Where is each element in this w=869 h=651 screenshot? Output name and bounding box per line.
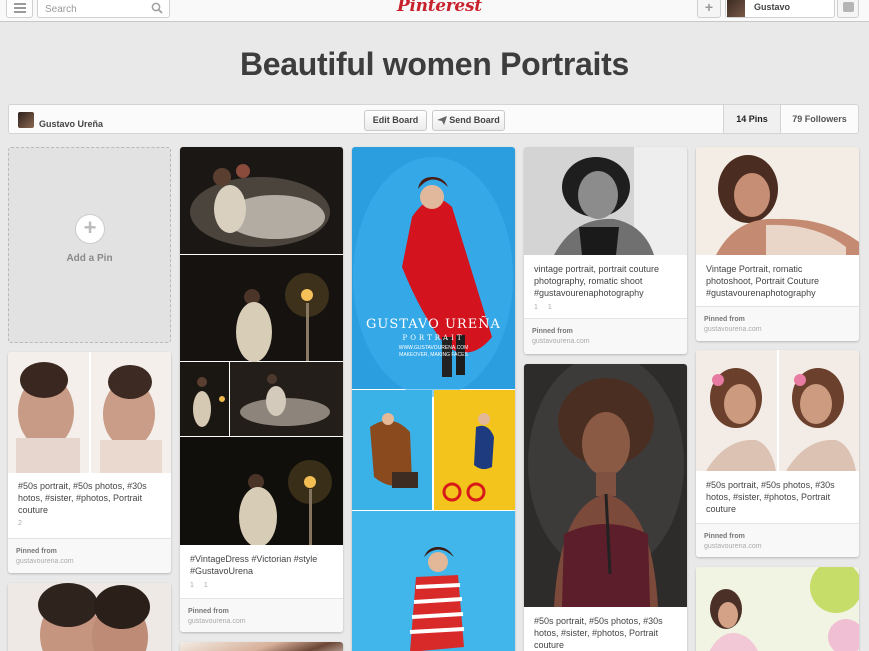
pin-stats: 1 1: [534, 304, 560, 311]
pin-source[interactable]: Pinned from gustavourena.com: [524, 318, 687, 354]
menu-icon: [13, 3, 26, 5]
source-link[interactable]: gustavourena.com: [16, 558, 74, 565]
pin-image[interactable]: [524, 364, 687, 607]
pin-description: #50s portrait, #50s photos, #30s hotos, …: [534, 616, 663, 650]
source-link[interactable]: gustavourena.com: [704, 326, 762, 333]
pin-source[interactable]: Pinned from gustavourena.com: [8, 538, 171, 573]
board-stats: 14 Pins 79 Followers: [723, 105, 858, 133]
send-icon: [437, 116, 448, 125]
plus-icon: +: [75, 214, 105, 244]
add-icon[interactable]: +: [697, 0, 721, 18]
user-menu[interactable]: Gustavo: [725, 0, 835, 18]
pin-card[interactable]: #VintageDress #Victorian #style #Gustavo…: [180, 147, 343, 632]
repin-count: 2: [18, 520, 22, 527]
pin-image[interactable]: GUSTAVO UREÑA PORTRAIT WWW.GUSTAVOURENA.…: [352, 147, 515, 651]
watermark: GUSTAVO UREÑA PORTRAIT WWW.GUSTAVOURENA.…: [352, 317, 515, 358]
pin-image[interactable]: [180, 147, 343, 545]
source-link[interactable]: gustavourena.com: [704, 543, 762, 550]
like-count: 1: [203, 582, 208, 589]
pin-source[interactable]: Pinned from gustavourena.com: [180, 598, 343, 632]
pinned-from-label: Pinned from: [16, 548, 57, 555]
pin-description: vintage portrait, portrait couture photo…: [534, 264, 660, 298]
pinterest-logo[interactable]: Pinterest: [397, 0, 482, 16]
watermark-url: WWW.GUSTAVOURENA.COM: [398, 345, 469, 351]
top-navigation-bar: Pinterest + Gustavo: [0, 0, 869, 22]
send-board-label: Send Board: [449, 115, 500, 125]
pin-source[interactable]: Pinned from gustavourena.com: [696, 306, 859, 341]
notifications-icon: [843, 2, 854, 12]
source-link[interactable]: gustavourena.com: [188, 618, 246, 625]
pin-card[interactable]: vintage portrait, portrait couture photo…: [524, 147, 687, 354]
board-info-bar: Gustavo Ureña Edit Board Send Board 14 P…: [8, 104, 859, 134]
pin-image[interactable]: [180, 642, 343, 651]
pin-card[interactable]: GUSTAVO UREÑA PORTRAIT WWW.GUSTAVOURENA.…: [352, 147, 515, 651]
pin-source[interactable]: Pinned from gustavourena.com: [696, 523, 859, 557]
like-count: 1: [547, 304, 552, 311]
owner-avatar[interactable]: [18, 112, 34, 128]
pin-card[interactable]: #50s portrait, #50s photos, #30s hotos, …: [524, 364, 687, 651]
pin-stats: 1 1: [190, 582, 216, 589]
watermark-tagline: MAKEOVER, MAKING FACES: [399, 352, 468, 358]
add-pin-card[interactable]: + Add a Pin: [8, 147, 171, 343]
repin-count: 1: [534, 304, 538, 311]
search-input[interactable]: [45, 2, 145, 16]
repin-count: 1: [190, 582, 194, 589]
add-pin-label: Add a Pin: [66, 253, 113, 264]
pinned-from-label: Pinned from: [704, 316, 745, 323]
pinned-from-label: Pinned from: [532, 328, 573, 335]
pin-card[interactable]: [696, 567, 859, 651]
board-title: Beautiful women Portraits: [239, 46, 629, 82]
pin-stats: 2: [18, 520, 30, 527]
followers-count-tab[interactable]: 79 Followers: [780, 105, 858, 133]
source-link[interactable]: gustavourena.com: [532, 338, 590, 345]
menu-button[interactable]: [6, 0, 33, 18]
send-board-button[interactable]: Send Board: [432, 110, 505, 131]
pin-description: #50s portrait, #50s photos, #30s hotos, …: [18, 481, 147, 515]
user-avatar: [727, 0, 745, 17]
pin-image[interactable]: [8, 583, 171, 651]
watermark-sub: PORTRAIT: [402, 334, 465, 342]
watermark-name: GUSTAVO UREÑA: [366, 317, 501, 332]
owner-name-link[interactable]: Gustavo Ureña: [39, 119, 103, 129]
notifications-button[interactable]: [837, 0, 859, 18]
user-name: Gustavo: [754, 2, 791, 12]
pin-image[interactable]: [524, 147, 687, 255]
edit-board-button[interactable]: Edit Board: [364, 110, 427, 131]
pin-card[interactable]: Vintage Portrait, romatic photoshoot, Po…: [696, 147, 859, 341]
pin-description: #50s portrait, #50s photos, #30s hotos, …: [706, 480, 835, 514]
pins-count-tab[interactable]: 14 Pins: [723, 105, 780, 133]
pin-image[interactable]: [8, 352, 171, 473]
search-icon[interactable]: [151, 2, 163, 14]
pinned-from-label: Pinned from: [188, 608, 229, 615]
pin-description: Vintage Portrait, romatic photoshoot, Po…: [706, 264, 820, 298]
pinned-from-label: Pinned from: [704, 533, 745, 540]
pin-description: #VintageDress #Victorian #style #Gustavo…: [190, 554, 318, 576]
pin-image[interactable]: [696, 147, 859, 255]
pin-card[interactable]: [180, 642, 343, 651]
pin-card[interactable]: #50s portrait, #50s photos, #30s hotos, …: [8, 352, 171, 573]
search-box[interactable]: [37, 0, 170, 18]
pin-card[interactable]: #50s portrait, #50s photos, #30s hotos, …: [696, 350, 859, 557]
pin-image[interactable]: [696, 567, 859, 651]
pin-image[interactable]: [696, 350, 859, 471]
pin-card[interactable]: [8, 583, 171, 651]
